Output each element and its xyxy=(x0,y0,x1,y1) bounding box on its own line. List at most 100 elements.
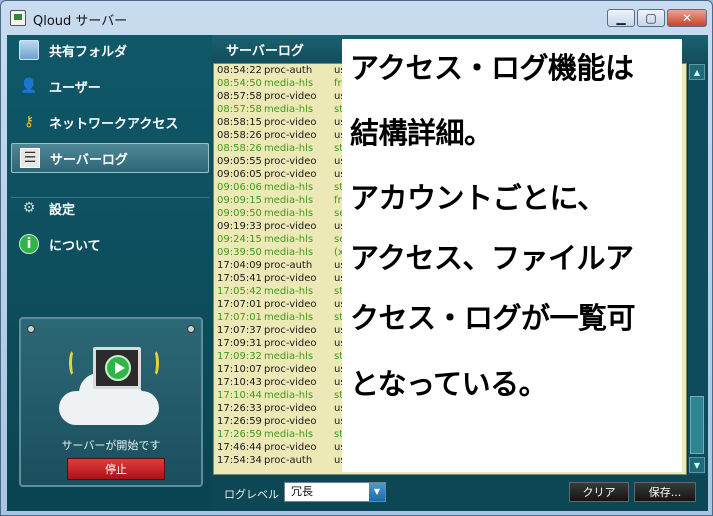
log-source: proc-video xyxy=(264,117,317,128)
log-source: proc-video xyxy=(264,169,317,180)
log-level-select[interactable]: 冗長 ▼ xyxy=(284,482,386,502)
log-time: 08:54:22 xyxy=(217,65,262,76)
log-time: 17:10:44 xyxy=(217,390,262,401)
info-icon: i xyxy=(19,234,39,254)
log-source: proc-video xyxy=(264,273,317,284)
log-time: 17:09:31 xyxy=(217,338,262,349)
log-time: 09:09:50 xyxy=(217,208,262,219)
log-time: 09:09:15 xyxy=(217,195,262,206)
log-source: media-hls xyxy=(264,286,314,297)
annotation-line: 結構詳細。 xyxy=(350,116,493,150)
sidebar-item-label: ユーザー xyxy=(49,80,101,96)
log-time: 17:26:33 xyxy=(217,403,262,414)
sidebar-item-about[interactable]: i について xyxy=(11,229,209,259)
window-title: Qloud サーバー xyxy=(33,14,128,29)
monitor-icon xyxy=(93,347,141,389)
log-source: media-hls xyxy=(264,390,314,401)
log-source: media-hls xyxy=(264,247,314,258)
chevron-down-icon: ▼ xyxy=(369,483,385,501)
scroll-up-button[interactable]: ▲ xyxy=(689,64,705,80)
sidebar-item-label: 設定 xyxy=(49,202,76,218)
sidebar-item-network-access[interactable]: ⚷ ネットワークアクセス xyxy=(11,107,209,137)
log-source: proc-video xyxy=(264,377,317,388)
sidebar-item-settings[interactable]: ⚙ 設定 xyxy=(11,193,209,223)
log-time: 08:58:15 xyxy=(217,117,262,128)
maximize-button[interactable]: ▢ xyxy=(637,9,665,27)
screw-icon xyxy=(187,325,195,333)
annotation-line: クセス・ログが一覧可 xyxy=(350,301,636,335)
log-time: 08:58:26 xyxy=(217,143,262,154)
sidebar-item-shared-folders[interactable]: 共有フォルダ xyxy=(11,35,209,65)
log-time: 09:19:33 xyxy=(217,221,262,232)
title-bar[interactable]: Qloud サーバー ▁ ▢ ✕ xyxy=(1,1,712,35)
log-source: media-hls xyxy=(264,195,314,206)
sidebar-item-label: ネットワークアクセス xyxy=(49,116,179,132)
log-source: media-hls xyxy=(264,104,314,115)
log-source: proc-video xyxy=(264,221,317,232)
log-time: 17:10:07 xyxy=(217,364,262,375)
log-source: media-hls xyxy=(264,78,314,89)
log-time: 17:07:01 xyxy=(217,312,262,323)
signal-wave-icon xyxy=(149,349,159,377)
key-icon: ⚷ xyxy=(23,114,35,130)
close-button[interactable]: ✕ xyxy=(667,9,707,27)
log-source: media-hls xyxy=(264,143,314,154)
log-source: proc-video xyxy=(264,364,317,375)
server-status-panel: サーバーが開始です 停止 xyxy=(19,317,203,487)
sidebar-item-users[interactable]: 👤 ユーザー xyxy=(11,71,209,101)
app-icon xyxy=(10,10,26,26)
log-time: 17:05:42 xyxy=(217,286,262,297)
log-level-label: ログレベル xyxy=(224,488,279,501)
log-source: proc-video xyxy=(264,338,317,349)
log-time: 17:04:09 xyxy=(217,260,262,271)
sidebar-item-server-log[interactable]: ☰ サーバーログ xyxy=(11,143,209,173)
log-time: 17:46:44 xyxy=(217,442,262,453)
log-toolbar: ログレベル 冗長 ▼ クリア 保存... xyxy=(212,475,708,511)
log-source: proc-video xyxy=(264,156,317,167)
maximize-icon: ▢ xyxy=(645,11,657,25)
log-time: 17:09:32 xyxy=(217,351,262,362)
minimize-icon: ▁ xyxy=(616,11,626,25)
scroll-down-button[interactable]: ▼ xyxy=(689,457,705,473)
log-source: media-hls xyxy=(264,182,314,193)
close-icon: ✕ xyxy=(681,11,693,25)
sidebar: 共有フォルダ 👤 ユーザー ⚷ ネットワークアクセス ☰ サーバーログ ⚙ 設定… xyxy=(7,35,212,511)
log-time: 08:57:58 xyxy=(217,104,262,115)
play-icon xyxy=(105,355,131,381)
log-time: 17:26:59 xyxy=(217,429,262,440)
cloud-icon xyxy=(59,373,159,425)
scroll-thumb[interactable] xyxy=(690,396,704,454)
annotation-line: となっている。 xyxy=(350,367,548,401)
save-button[interactable]: 保存... xyxy=(634,482,696,502)
log-source: proc-video xyxy=(264,130,317,141)
log-icon: ☰ xyxy=(20,148,40,168)
log-scrollbar[interactable]: ▲ ▼ xyxy=(687,63,705,475)
annotation-line: アカウントごとに、 xyxy=(350,181,606,215)
log-source: media-hls xyxy=(264,234,314,245)
log-source: proc-video xyxy=(264,299,317,310)
log-time: 17:10:43 xyxy=(217,377,262,388)
log-time: 17:07:37 xyxy=(217,325,262,336)
log-source: proc-auth xyxy=(264,455,313,466)
stop-button[interactable]: 停止 xyxy=(67,458,165,480)
log-time: 08:54:50 xyxy=(217,78,262,89)
server-status-text: サーバーが開始です xyxy=(61,439,161,452)
shared-folder-icon xyxy=(19,40,39,60)
log-source: proc-video xyxy=(264,325,317,336)
log-time: 17:26:59 xyxy=(217,416,262,427)
log-level-value: 冗長 xyxy=(291,485,313,498)
log-time: 08:57:58 xyxy=(217,91,262,102)
log-source: proc-auth xyxy=(264,65,313,76)
annotation-overlay: アクセス・ログ機能は 結構詳細。 アカウントごとに、 アクセス、ファイルア クセス・ログ… xyxy=(342,39,682,472)
log-time: 17:05:41 xyxy=(217,273,262,284)
screw-icon xyxy=(27,325,35,333)
log-time: 09:06:06 xyxy=(217,182,262,193)
minimize-button[interactable]: ▁ xyxy=(607,9,635,27)
signal-wave-icon xyxy=(69,349,79,377)
log-source: proc-video xyxy=(264,416,317,427)
log-time: 09:05:55 xyxy=(217,156,262,167)
sidebar-item-label: 共有フォルダ xyxy=(49,44,128,60)
log-time: 17:54:34 xyxy=(217,455,262,466)
user-icon: 👤 xyxy=(20,78,38,94)
clear-button[interactable]: クリア xyxy=(569,482,629,502)
